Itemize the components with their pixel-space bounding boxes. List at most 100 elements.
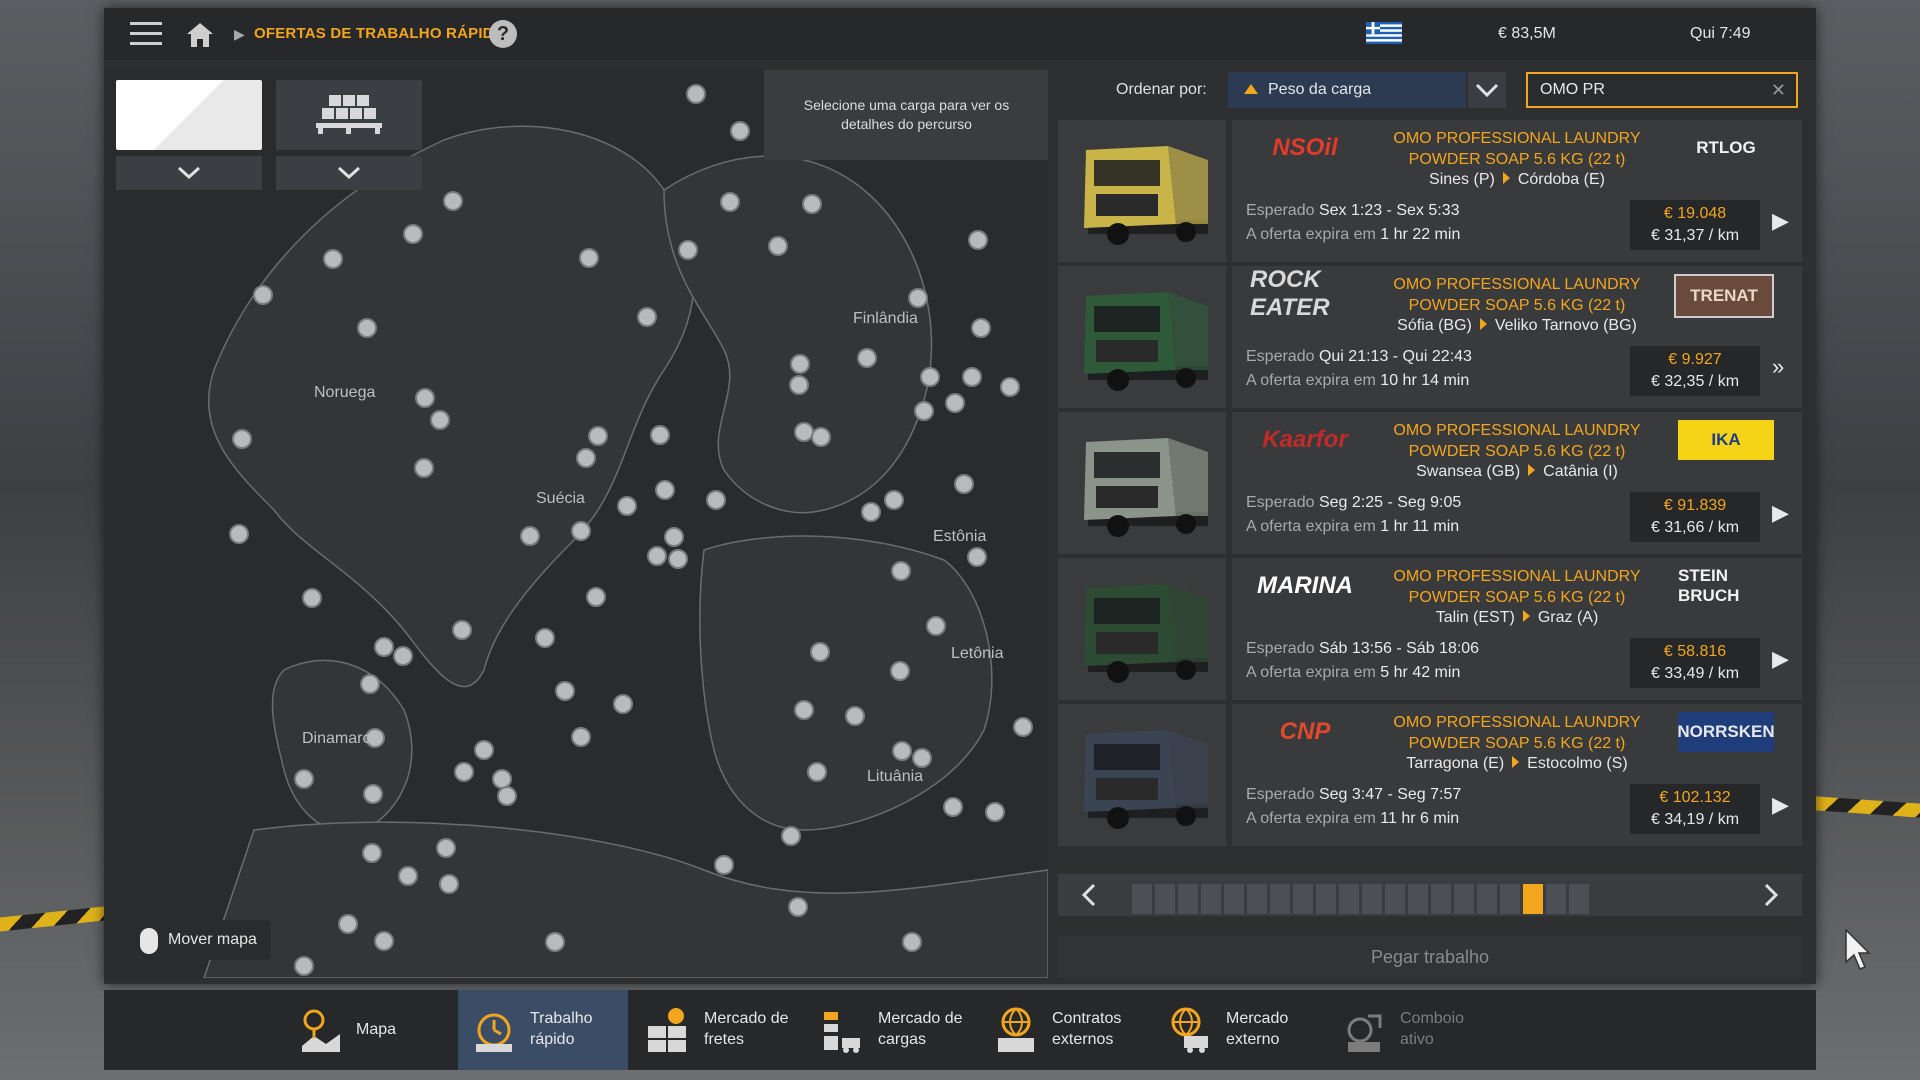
menu-icon[interactable] [130,22,162,46]
route: Sines (P) Córdoba (E) [1342,171,1692,189]
job-market-window: ▶ OFERTAS DE TRABALHO RÁPIDO ? € 83,5M Q… [104,8,1871,984]
nav-item-label: Mercado externo [1226,1008,1288,1050]
job-offer-details: NSOil OMO PROFESSIONAL LAUNDRY POWDER SO… [1232,120,1802,262]
route-arrow-icon [1502,172,1510,184]
cargo-name-line1: OMO PROFESSIONAL LAUNDRY [1393,130,1641,147]
route-map[interactable]: Selecione uma carga para ver os detalhes… [104,70,1048,978]
map-layer-satellite-button[interactable] [116,80,262,150]
cargo-name-line1: OMO PROFESSIONAL LAUNDRY [1393,714,1641,731]
next-page-button[interactable] [1740,874,1802,916]
cargo-name-line2: POWDER SOAP 5.6 KG (22 t) [1408,443,1626,460]
globe-truck-icon [1171,1007,1208,1053]
map-land-shapes [203,84,1048,978]
nav-item-cargo[interactable]: Mercado de cargas [806,990,976,1070]
expiry-value: 5 hr 42 min [1380,664,1461,681]
page-indicator[interactable] [1408,884,1428,914]
nav-item-label: Contratos externos [1052,1008,1121,1050]
job-offer-details: Kaarfor OMO PROFESSIONAL LAUNDRY POWDER … [1232,412,1802,554]
nav-item-stopwatch[interactable]: Trabalho rápido [458,990,628,1070]
nav-label-line2: ativo [1400,1031,1434,1048]
job-offer-row[interactable]: ROCK EATER OMO PROFESSIONAL LAUNDRY POWD… [1058,266,1802,408]
job-offer-row[interactable]: CNP OMO PROFESSIONAL LAUNDRY POWDER SOAP… [1058,704,1802,846]
nav-item-globe[interactable]: Contratos externos [980,990,1150,1070]
map-layer-dropdown-2[interactable] [276,156,422,190]
page-indicator[interactable] [1523,884,1543,914]
map-label-latvia: Letônia [951,645,1004,662]
page-indicator[interactable] [1500,884,1520,914]
move-map-hint: Mover mapa [124,920,271,960]
sort-dropdown-button[interactable] [1468,72,1506,108]
page-indicator[interactable] [1385,884,1405,914]
sort-label: Ordenar por: [1116,81,1207,98]
job-offer-row[interactable]: Kaarfor OMO PROFESSIONAL LAUNDRY POWDER … [1058,412,1802,554]
map-label-lithuania: Lituânia [867,768,924,785]
take-job-button[interactable]: Pegar trabalho [1058,936,1802,978]
nav-label-line1: Mercado de [704,1010,789,1027]
nav-label-line2: cargas [878,1031,927,1048]
search-input[interactable] [1538,80,1762,100]
page-indicator[interactable] [1178,884,1198,914]
chevron-down-icon [1475,83,1499,98]
cargo-name-line1: OMO PROFESSIONAL LAUNDRY [1393,568,1641,585]
sort-select[interactable]: Peso da carga [1228,72,1466,108]
page-indicator[interactable] [1431,884,1451,914]
truck-thumbnail [1058,120,1226,262]
route-from: Swansea (GB) [1416,463,1521,480]
page-indicator[interactable] [1546,884,1566,914]
money-balance: € 83,5M [1498,25,1556,42]
clear-search-icon[interactable]: ✕ [1771,80,1786,101]
page-indicator[interactable] [1270,884,1290,914]
hazard-stripe-right [1816,796,1920,818]
page-indicator[interactable] [1316,884,1336,914]
page-indicator[interactable] [1224,884,1244,914]
help-button[interactable]: ? [489,20,517,48]
breadcrumb-arrow-icon: ▶ [234,26,245,42]
price-total: € 19.048 [1663,205,1727,222]
page-indicator[interactable] [1454,884,1474,914]
page-indicator[interactable] [1569,884,1589,914]
expected-label: Esperado [1246,348,1315,365]
page-indicator[interactable] [1477,884,1497,914]
job-offer-row[interactable]: NSOil OMO PROFESSIONAL LAUNDRY POWDER SO… [1058,120,1802,262]
truck-icon [1084,730,1208,829]
expected-label: Esperado [1246,202,1315,219]
page-indicator[interactable] [1132,884,1152,914]
page-title: OFERTAS DE TRABALHO RÁPIDO [254,25,506,42]
map-icon [302,1009,340,1052]
truck-icon [1084,292,1208,391]
nav-label-line2: externos [1052,1031,1114,1048]
nav-item-label: Mercado de fretes [704,1008,789,1050]
recipient-company-logo: IKA [1678,420,1774,460]
route: Tarragona (E) Estocolmo (S) [1342,755,1692,773]
page-indicator[interactable] [1339,884,1359,914]
job-pager [1058,874,1802,916]
job-offer-row[interactable]: MARINA OMO PROFESSIONAL LAUNDRY POWDER S… [1058,558,1802,700]
chevron-down-icon [337,166,361,180]
expiry-label: A oferta expira em [1246,226,1376,243]
route-to: Estocolmo (S) [1527,755,1628,772]
route-from: Sófia (BG) [1397,317,1472,334]
map-layer-dropdown-1[interactable] [116,156,262,190]
page-indicator[interactable] [1201,884,1221,914]
map-label-denmark: Dinamarca [302,730,380,747]
page-indicator[interactable] [1155,884,1175,914]
truck-thumbnail [1058,704,1226,846]
page-indicator[interactable] [1293,884,1313,914]
expected-time: Esperado Qui 21:13 - Qui 22:43 [1246,348,1472,366]
price-per-km: € 32,35 / km [1650,373,1740,390]
route-from: Tarragona (E) [1406,755,1505,772]
nav-item-globe-truck[interactable]: Mercado externo [1154,990,1324,1070]
page-indicator[interactable] [1247,884,1267,914]
cargo-name-line2: POWDER SOAP 5.6 KG (22 t) [1408,151,1626,168]
route-to: Córdoba (E) [1517,171,1605,188]
search-box[interactable]: ✕ [1526,72,1798,108]
route-to: Catânia (I) [1543,463,1618,480]
home-icon[interactable] [186,22,214,48]
expiry-value: 10 hr 14 min [1380,372,1470,389]
page-indicator[interactable] [1362,884,1382,914]
nav-item-map[interactable]: Mapa [284,990,454,1070]
map-layer-grid-button[interactable] [276,80,422,150]
prev-page-button[interactable] [1058,874,1120,916]
map-label-sweden: Suécia [536,490,585,507]
nav-item-freight[interactable]: Mercado de fretes [632,990,802,1070]
